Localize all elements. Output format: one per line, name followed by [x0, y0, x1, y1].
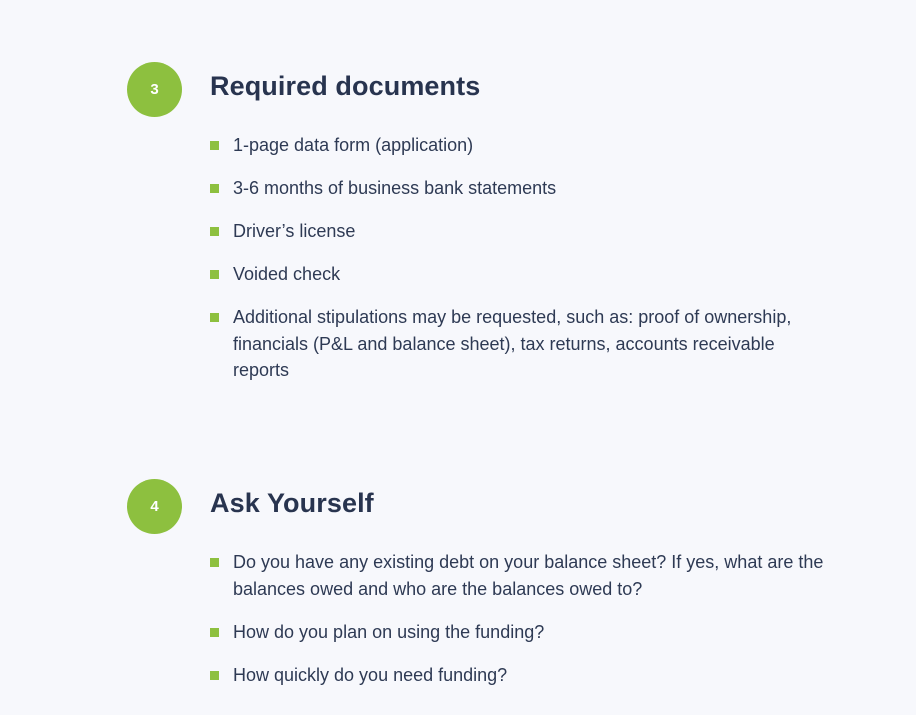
square-bullet-icon	[210, 270, 219, 279]
step-number-badge: 3	[127, 62, 182, 117]
section-title: Ask Yourself	[210, 488, 374, 518]
list-item-text: 1-page data form (application)	[233, 135, 474, 155]
section-title: Required documents	[210, 71, 481, 101]
list-item: How quickly do you need funding?	[210, 662, 830, 689]
square-bullet-icon	[210, 558, 219, 567]
ask-yourself-list: Do you have any existing debt on your ba…	[210, 549, 830, 705]
list-item: 1-page data form (application)	[210, 132, 830, 159]
square-bullet-icon	[210, 184, 219, 193]
list-item-text: How do you plan on using the funding?	[233, 621, 545, 642]
square-bullet-icon	[210, 627, 219, 637]
list-item-text: Voided check	[233, 264, 341, 284]
list-item: 3-6 months of business bank statements	[210, 175, 830, 202]
square-bullet-icon	[210, 313, 219, 322]
list-item: Driver’s license	[210, 218, 830, 245]
list-item: How do you plan on using the funding?	[210, 619, 830, 646]
list-item: Voided check	[210, 261, 830, 288]
square-bullet-icon	[210, 227, 219, 236]
required-documents-list: 1-page data form (application) 3-6 month…	[210, 132, 830, 400]
step-number-badge: 4	[127, 479, 182, 534]
list-item-text: Do you have any existing debt on your ba…	[233, 552, 824, 599]
list-item: Do you have any existing debt on your ba…	[210, 549, 830, 602]
list-item: Additional stipulations may be requested…	[210, 304, 830, 384]
list-item-text: Additional stipulations may be requested…	[233, 307, 792, 380]
square-bullet-icon	[210, 670, 219, 680]
square-bullet-icon	[210, 141, 219, 150]
list-item-text: How quickly do you need funding?	[233, 664, 508, 685]
list-item-text: 3-6 months of business bank statements	[233, 178, 557, 198]
list-item-text: Driver’s license	[233, 221, 356, 241]
